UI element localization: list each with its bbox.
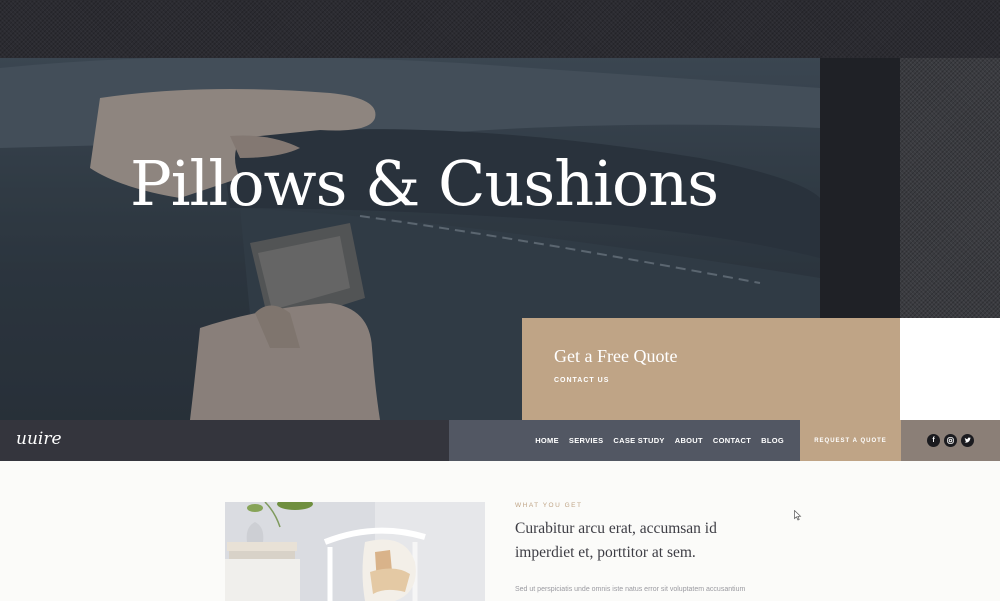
- section-body-text: Sed ut perspiciatis unde omnis iste natu…: [515, 586, 746, 593]
- nav-link-services[interactable]: SERVIES: [569, 436, 603, 445]
- hero-side-panel: [820, 58, 900, 320]
- quote-title: Get a Free Quote: [554, 346, 678, 366]
- nav-link-blog[interactable]: BLOG: [761, 436, 784, 445]
- nav-link-contact[interactable]: CONTACT: [713, 436, 751, 445]
- instagram-icon[interactable]: [944, 434, 957, 447]
- contact-us-link[interactable]: CONTACT US: [554, 377, 609, 384]
- request-quote-button[interactable]: REQUEST A QUOTE: [800, 420, 901, 461]
- nav-link-home[interactable]: HOME: [535, 436, 559, 445]
- facebook-icon[interactable]: f: [927, 434, 940, 447]
- nav-link-about[interactable]: ABOUT: [675, 436, 703, 445]
- background-texture-right: [900, 58, 1000, 320]
- white-accent-box: [900, 318, 1000, 420]
- section-heading: Curabitur arcu erat, accumsan id imperdi…: [515, 520, 717, 561]
- social-links: f: [901, 420, 1000, 461]
- content-image: [225, 502, 485, 601]
- nav-link-case-study[interactable]: CASE STUDY: [613, 436, 664, 445]
- twitter-icon[interactable]: [961, 434, 974, 447]
- hero-title: Pillows & Cushions: [130, 147, 719, 220]
- section-eyebrow: WHAT YOU GET: [515, 502, 583, 509]
- quote-box: Get a Free Quote CONTACT US: [522, 318, 900, 420]
- mouse-cursor-icon: [794, 508, 802, 526]
- nav-menu: HOME SERVIES CASE STUDY ABOUT CONTACT BL…: [449, 420, 800, 461]
- logo[interactable]: uuire: [16, 429, 62, 449]
